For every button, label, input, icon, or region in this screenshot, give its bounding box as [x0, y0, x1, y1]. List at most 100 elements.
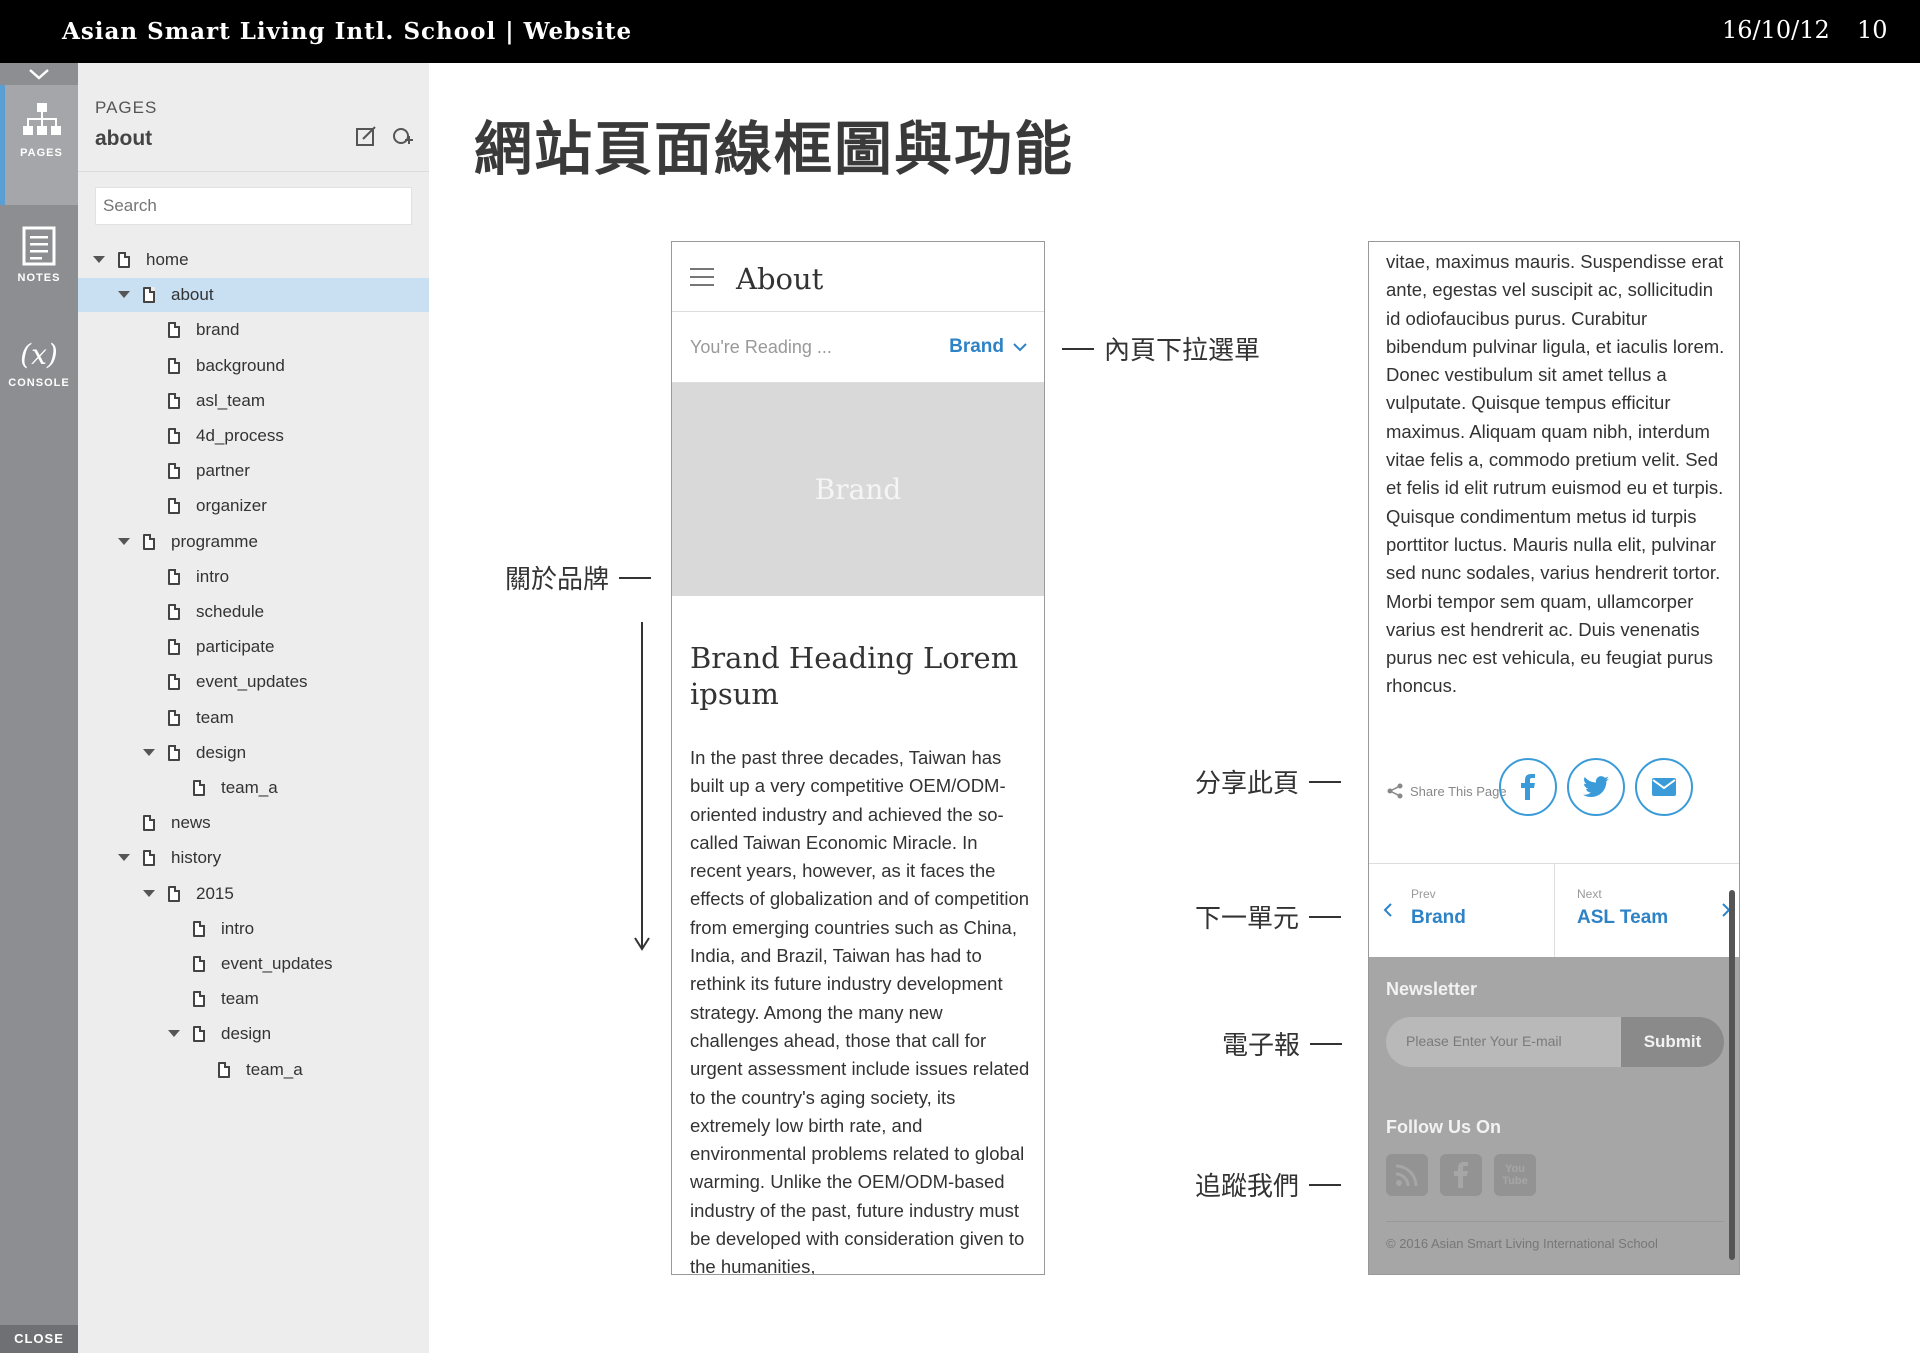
facebook-icon[interactable]: [1440, 1154, 1482, 1196]
email-field[interactable]: Please Enter Your E-mail: [1406, 1033, 1562, 1049]
tree-item-label: programme: [171, 531, 258, 551]
page-icon: [168, 392, 180, 409]
envelope-icon: [1652, 778, 1676, 796]
tree-item-4d-process[interactable]: 4d_process: [78, 419, 429, 453]
page-icon: [168, 885, 180, 902]
tree-item-team-a[interactable]: team_a: [78, 771, 429, 805]
page-icon: [168, 744, 180, 761]
search-input[interactable]: [95, 187, 412, 225]
tree-item-label: background: [196, 355, 285, 375]
annotation-brand: 關於品牌: [505, 559, 652, 596]
tree-item-schedule[interactable]: schedule: [78, 595, 429, 629]
tool-rail: PAGES NOTES (x) CONSOLE CLOSE: [0, 63, 78, 1353]
tree-item-about[interactable]: about: [78, 278, 429, 313]
page-icon: [143, 815, 155, 832]
edit-page-icon[interactable]: [355, 125, 377, 147]
expand-triangle-icon[interactable]: [117, 851, 131, 865]
rss-icon[interactable]: [1386, 1154, 1428, 1196]
prev-next-navigation: Prev Brand Next ASL Team: [1369, 863, 1739, 958]
section-dropdown[interactable]: You're Reading ... Brand: [672, 312, 1044, 383]
tree-item-partner[interactable]: partner: [78, 454, 429, 488]
notes-icon: [22, 226, 56, 266]
page-icon: [143, 533, 155, 550]
annotation-share: 分享此頁: [1195, 763, 1342, 800]
tree-item-label: intro: [221, 918, 255, 938]
page-icon: [168, 322, 180, 339]
page-icon: [193, 991, 205, 1008]
expand-triangle-icon[interactable]: [167, 1027, 181, 1041]
tree-item-label: design: [221, 1024, 272, 1044]
share-section: Share This Page: [1369, 747, 1739, 857]
scrollbar[interactable]: [1729, 890, 1735, 1260]
email-share-button[interactable]: [1635, 758, 1693, 816]
expand-triangle-icon[interactable]: [117, 535, 131, 549]
expand-triangle-icon[interactable]: [92, 253, 106, 267]
tree-item-design[interactable]: design: [78, 1017, 429, 1051]
facebook-icon: [1521, 774, 1535, 800]
page-icon: [143, 850, 155, 867]
expand-triangle-icon[interactable]: [117, 288, 131, 302]
follow-title: Follow Us On: [1386, 1117, 1501, 1137]
tree-item-label: brand: [196, 320, 240, 340]
tree-item-label: news: [171, 813, 211, 833]
page-icon: [168, 498, 180, 515]
tree-item-label: partner: [196, 461, 250, 481]
tree-item-participate[interactable]: participate: [78, 630, 429, 664]
page-icon: [168, 709, 180, 726]
collapse-toggle[interactable]: [0, 63, 78, 85]
twitter-share-button[interactable]: [1567, 758, 1625, 816]
tree-item-label: history: [171, 848, 222, 868]
tree-item-team[interactable]: team: [78, 982, 429, 1016]
variable-icon: (x): [20, 338, 58, 371]
tree-item-label: intro: [196, 566, 230, 586]
tree-item-background[interactable]: background: [78, 349, 429, 383]
tree-item-asl-team[interactable]: asl_team: [78, 384, 429, 418]
youtube-icon[interactable]: You Tube: [1494, 1154, 1536, 1196]
hamburger-menu-icon[interactable]: [690, 268, 714, 292]
site-footer: Newsletter Please Enter Your E-mail Subm…: [1369, 957, 1739, 1274]
expand-triangle-icon[interactable]: [142, 887, 156, 901]
annotation-text: 追蹤我們: [1195, 1172, 1300, 1202]
tree-item-label: schedule: [196, 602, 265, 621]
tree-item-label: 4d_process: [196, 426, 284, 445]
page-icon: [193, 956, 205, 972]
annotation-text: 關於品牌: [505, 565, 610, 595]
tree-item-home[interactable]: home: [78, 243, 429, 277]
facebook-share-button[interactable]: [1499, 758, 1557, 816]
annotation-line: [619, 576, 652, 579]
pages-tool[interactable]: PAGES: [0, 85, 78, 205]
copyright-text: © 2016 Asian Smart Living International …: [1386, 1236, 1658, 1251]
tree-item-history[interactable]: history: [78, 841, 429, 875]
page-icon: [118, 252, 130, 268]
tree-item-organizer[interactable]: organizer: [78, 489, 429, 523]
tree-item-event-updates[interactable]: event_updates: [78, 665, 429, 699]
next-link[interactable]: Next ASL Team: [1554, 864, 1739, 958]
mobile-wireframe-about: About You're Reading ... Brand Brand Bra…: [671, 241, 1045, 1275]
tree-item-design[interactable]: design: [78, 736, 429, 770]
notes-tool[interactable]: NOTES: [0, 226, 78, 306]
chevron-down-icon: [1013, 343, 1027, 352]
mobile-header: About: [672, 242, 1044, 312]
pages-tool-label: PAGES: [20, 147, 63, 159]
dropdown-value[interactable]: Brand: [949, 336, 1028, 358]
tree-item-team[interactable]: team: [78, 701, 429, 735]
close-button[interactable]: CLOSE: [0, 1325, 78, 1353]
submit-button[interactable]: Submit: [1621, 1017, 1724, 1067]
tree-item-intro[interactable]: intro: [78, 560, 429, 594]
tree-item-news[interactable]: news: [78, 806, 429, 840]
article-body: In the past three decades, Taiwan has bu…: [690, 747, 1030, 1275]
tree-item-programme[interactable]: programme: [78, 525, 429, 559]
page-icon: [168, 357, 180, 374]
console-tool[interactable]: (x) CONSOLE: [0, 338, 78, 418]
expand-triangle-icon[interactable]: [142, 746, 156, 760]
pages-panel: PAGES about home about brand background asl_…: [78, 63, 429, 1353]
tree-item-2015[interactable]: 2015: [78, 877, 429, 911]
prev-link[interactable]: Prev Brand: [1369, 864, 1554, 958]
panel-heading: PAGES: [95, 98, 158, 117]
tree-item-intro[interactable]: intro: [78, 912, 429, 946]
tree-item-event-updates[interactable]: event_updates: [78, 947, 429, 981]
tree-item-team-a[interactable]: team_a: [78, 1053, 429, 1087]
chevron-down-icon: [29, 69, 49, 80]
tree-item-brand[interactable]: brand: [78, 313, 429, 347]
add-page-icon[interactable]: [391, 125, 415, 147]
